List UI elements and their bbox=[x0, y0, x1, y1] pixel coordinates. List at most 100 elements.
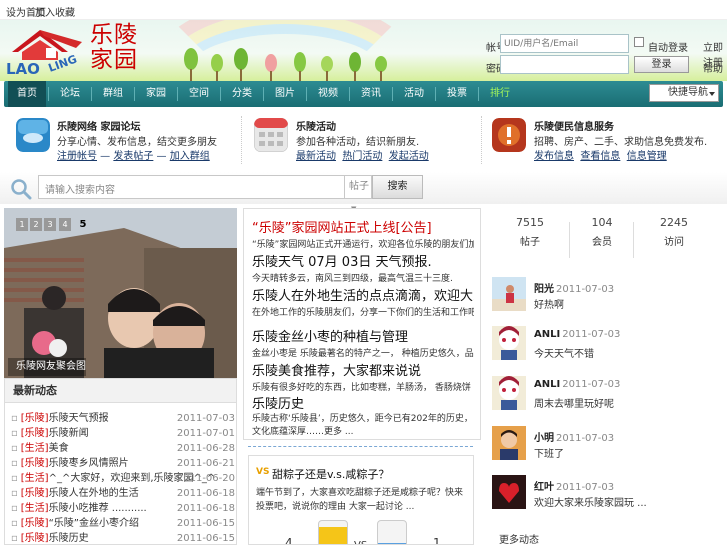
search-button[interactable]: 搜索 bbox=[372, 175, 423, 199]
search-type-select[interactable]: 帖子▼ bbox=[344, 175, 372, 213]
nav-separator bbox=[91, 87, 92, 101]
feature-link[interactable]: 发布信息 bbox=[534, 151, 574, 162]
avatar[interactable] bbox=[492, 376, 526, 410]
search-input[interactable]: 请输入搜索内容 bbox=[38, 175, 345, 199]
avatar[interactable] bbox=[492, 277, 526, 311]
site-stats: 7515 帖子 104 会员 2245 访问 bbox=[492, 216, 717, 258]
stat-label: 帖子 bbox=[520, 237, 540, 248]
slide-page-5[interactable]: 5 bbox=[77, 218, 89, 231]
bullet-icon: ▫ bbox=[11, 458, 18, 469]
slide-page-1[interactable]: 1 bbox=[16, 218, 28, 231]
article-title[interactable]: 乐陵天气 07月 03日 天气预报. bbox=[252, 251, 474, 270]
nav-item-events[interactable]: 活动 bbox=[395, 81, 433, 107]
photo-slideshow[interactable]: 1 2 3 4 5 乐陵网友聚会图片 bbox=[4, 208, 237, 378]
list-item[interactable]: ▫ [乐陵]“乐陵”金丝小枣介绍 2011-06-15 bbox=[11, 516, 237, 531]
nav-item-category[interactable]: 分类 bbox=[223, 81, 261, 107]
slide-caption[interactable]: 乐陵网友聚会图片 bbox=[8, 358, 86, 376]
avatar[interactable] bbox=[492, 326, 526, 360]
feature-forum: 乐陵网络 家园论坛 分享心情、发布信息，结交更多朋友 注册帐号 — 发表帖子 —… bbox=[16, 108, 236, 168]
stat-posts: 7515 帖子 bbox=[495, 216, 565, 256]
article-title[interactable]: 乐陵人在外地生活的点点滴滴，欢迎大家一起分享 bbox=[252, 285, 474, 304]
quick-nav-dropdown[interactable]: 快捷导航 bbox=[649, 84, 719, 102]
news-text: 乐陵新闻 bbox=[48, 428, 89, 439]
add-favorite-link[interactable]: 加入收藏 bbox=[35, 4, 75, 19]
tree-icon bbox=[211, 54, 223, 81]
feature-link[interactable]: 热门活动 bbox=[342, 151, 382, 162]
list-item[interactable]: ▫ [生活]乐陵小吃推荐 ........... 2011-06-18 bbox=[11, 501, 237, 516]
bullet-icon: ▫ bbox=[11, 413, 18, 424]
username-input[interactable] bbox=[500, 34, 629, 53]
member-activity[interactable]: ANLI 2011-07-03 今天天气不错 bbox=[492, 326, 722, 371]
slide-page-2[interactable]: 2 bbox=[30, 218, 42, 231]
news-text: 乐陵枣乡风情照片 bbox=[48, 458, 129, 469]
password-input[interactable] bbox=[500, 55, 629, 74]
article-desc: 乐陵古称‘乐陵县’，历史悠久，距今已有202年的历史，文化底蕴深厚……更多 ..… bbox=[252, 414, 473, 437]
login-button[interactable]: 登录 bbox=[634, 56, 689, 73]
tree-icon bbox=[321, 56, 333, 81]
headline-link[interactable]: “乐陵”家园网站正式上线[公告] bbox=[252, 217, 474, 236]
member-activity[interactable]: ANLI 2011-07-03 周末去哪里玩好呢 bbox=[492, 376, 722, 421]
list-item[interactable]: ▫ [生活]^_^大家好，欢迎来到,乐陵家园^_^ 2011-06-20 bbox=[11, 471, 237, 486]
bullet-icon: ▫ bbox=[11, 473, 18, 484]
article-desc: 在外地工作的乐陵朋友们，分享一下你们的生活和工作吧，大家互相帮助，共同进步，一起… bbox=[252, 308, 474, 318]
feature-link[interactable]: 最新活动 bbox=[296, 151, 336, 162]
nav-item-home-space[interactable]: 家园 bbox=[137, 81, 175, 107]
member-name[interactable]: ANLI 2011-07-03 bbox=[534, 379, 620, 390]
list-item[interactable]: ▫ [乐陵]乐陵历史 2011-06-15 bbox=[11, 531, 237, 546]
list-item[interactable]: ▫ [乐陵]乐陵天气预报 2011-07-03 bbox=[11, 411, 237, 426]
article-desc: 金丝小枣是 乐陵最著名的特产之一， 种植历史悠久，品质优良， 畅销全国各地 ..… bbox=[252, 349, 474, 359]
nav-item-news[interactable]: 资讯 bbox=[352, 81, 390, 107]
article-title[interactable]: 乐陵历史 bbox=[252, 393, 474, 412]
feature-link[interactable]: 发起活动 bbox=[389, 151, 429, 162]
news-category: [生活] bbox=[20, 473, 49, 484]
remember-label: 自动登录 bbox=[648, 43, 688, 54]
member-date: 2011-07-03 bbox=[562, 329, 621, 340]
nav-item-vote[interactable]: 投票 bbox=[438, 81, 476, 107]
nav-item-pictures[interactable]: 图片 bbox=[266, 81, 304, 107]
stat-number: 104 bbox=[591, 216, 613, 229]
slide-page-3[interactable]: 3 bbox=[44, 218, 56, 231]
nav-item-video[interactable]: 视频 bbox=[309, 81, 347, 107]
nav-separator bbox=[435, 87, 436, 101]
remember-checkbox[interactable] bbox=[634, 37, 644, 47]
tree-icon bbox=[294, 52, 306, 81]
news-category: [乐陵] bbox=[20, 428, 49, 439]
left-vote-button[interactable] bbox=[318, 520, 348, 544]
avatar[interactable] bbox=[492, 475, 526, 509]
list-item[interactable]: ▫ [乐陵]乐陵人在外地的生活 2011-06-18 bbox=[11, 486, 237, 501]
feature-link[interactable]: 信息管理 bbox=[627, 151, 667, 162]
list-item[interactable]: ▫ [乐陵]乐陵新闻 2011-07-01 bbox=[11, 426, 237, 441]
member-name[interactable]: 红叶 2011-07-03 bbox=[534, 478, 614, 493]
slide-page-4[interactable]: 4 bbox=[59, 218, 71, 231]
list-item[interactable]: ▫ [生活]美食 2011-06-28 bbox=[11, 441, 237, 456]
nav-item-group[interactable]: 群组 bbox=[94, 81, 132, 107]
svg-text:LAO: LAO bbox=[6, 60, 40, 76]
news-title: 最新动态 bbox=[5, 379, 236, 403]
nav-item-space[interactable]: 空间 bbox=[180, 81, 218, 107]
news-date: 2011-06-18 bbox=[176, 503, 235, 514]
poll-title[interactable]: 甜粽子还是v.s.咸粽子？ bbox=[272, 466, 389, 482]
nav-item-home[interactable]: 首页 bbox=[8, 81, 46, 107]
member-activity[interactable]: 小明 2011-07-03 下班了 bbox=[492, 426, 722, 471]
member-name[interactable]: 小明 2011-07-03 bbox=[534, 429, 614, 444]
logo-house-icon: LAO LING bbox=[6, 30, 82, 76]
nav-item-ranking[interactable]: 排行 bbox=[481, 81, 519, 107]
news-date: 2011-06-20 bbox=[176, 473, 235, 484]
list-item[interactable]: ▫ [乐陵]乐陵枣乡风情照片 2011-06-21 bbox=[11, 456, 237, 471]
member-activity[interactable]: 红叶 2011-07-03 欢迎大家来乐陵家园玩 ... bbox=[492, 475, 722, 520]
member-name[interactable]: ANLI 2011-07-03 bbox=[534, 329, 620, 340]
member-name[interactable]: 阳光 2011-07-03 bbox=[534, 280, 614, 295]
article-title[interactable]: 乐陵美食推荐，大家都来说说 bbox=[252, 360, 474, 379]
right-vote-button[interactable] bbox=[377, 520, 407, 544]
avatar[interactable] bbox=[492, 426, 526, 460]
more-activity-link[interactable]: 更多动态 bbox=[499, 531, 539, 546]
feature-link[interactable]: 加入群组 bbox=[170, 151, 210, 162]
feature-desc: 招聘、房产、二手、求助信息免费发布. bbox=[534, 137, 708, 148]
article-title[interactable]: 乐陵金丝小枣的种植与管理 bbox=[252, 326, 474, 345]
feature-link[interactable]: 注册帐号 bbox=[57, 151, 97, 162]
nav-item-forum[interactable]: 论坛 bbox=[51, 81, 89, 107]
feature-link[interactable]: 发表帖子 bbox=[113, 151, 153, 162]
feature-link[interactable]: 查看信息 bbox=[580, 151, 620, 162]
help-link[interactable]: 帮助 bbox=[703, 60, 723, 75]
member-activity[interactable]: 阳光 2011-07-03 好热啊 bbox=[492, 277, 722, 322]
